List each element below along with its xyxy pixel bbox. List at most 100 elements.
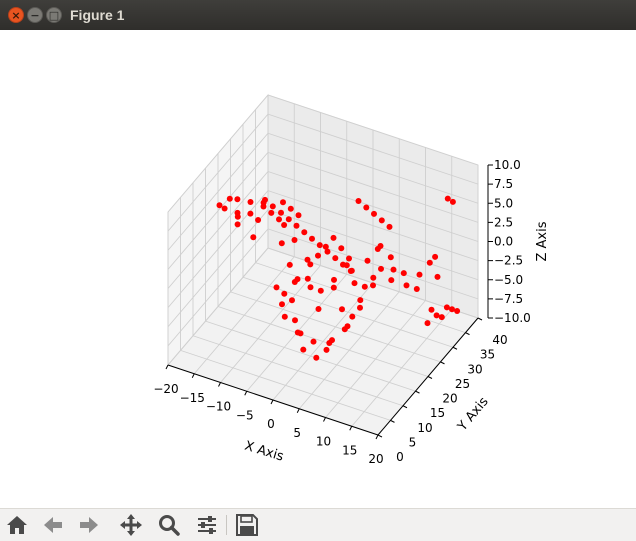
scatter-point xyxy=(357,304,363,311)
y-tick-mark xyxy=(390,419,395,423)
scatter-point xyxy=(289,297,295,304)
scatter-point xyxy=(400,270,407,277)
z-tick-label: 5.0 xyxy=(494,196,513,210)
scatter-point xyxy=(363,204,370,211)
maximize-window-button[interactable]: □ xyxy=(46,7,62,23)
scatter-point xyxy=(247,210,254,217)
navigation-toolbar xyxy=(0,508,636,541)
y-tick-mark xyxy=(452,346,458,350)
scatter-point xyxy=(281,222,288,228)
z-tick-label: 2.5 xyxy=(494,215,513,229)
scatter-point xyxy=(364,257,371,264)
scatter-point xyxy=(433,312,440,319)
close-window-button[interactable]: × xyxy=(8,7,24,23)
scatter-point xyxy=(294,276,301,283)
scatter-point xyxy=(278,240,285,247)
scatter-point xyxy=(226,195,233,202)
scatter-point xyxy=(307,284,314,291)
z-tick-label: 7.5 xyxy=(494,177,513,191)
scatter-point xyxy=(371,210,377,217)
arrow-left-icon xyxy=(44,517,62,533)
y-tick-mark xyxy=(402,405,408,409)
scatter-point xyxy=(323,346,330,353)
plot-area[interactable]: −20−15−10−505101520 0510152025303540−10.0… xyxy=(0,30,636,508)
y-tick-label: 40 xyxy=(492,333,507,347)
scatter-point xyxy=(339,306,345,313)
scatter-point xyxy=(301,229,308,236)
scatter-point xyxy=(331,276,337,283)
scatter-point xyxy=(426,259,433,266)
y-tick-label: 35 xyxy=(480,348,495,362)
scatter-point xyxy=(300,346,307,353)
scatter-point xyxy=(370,274,377,281)
home-icon xyxy=(7,516,27,534)
z-tick-label: −7.5 xyxy=(494,292,523,306)
scatter-point xyxy=(449,198,456,205)
y-tick-label: 25 xyxy=(455,377,470,391)
scatter-point xyxy=(329,337,335,344)
y-tick-label: 20 xyxy=(442,392,457,406)
scatter-point xyxy=(281,313,288,320)
scatter-point xyxy=(378,265,384,272)
x-tick-label: −5 xyxy=(236,408,254,422)
z-tick-label: 10.0 xyxy=(494,158,521,172)
scatter-point xyxy=(255,217,262,223)
scatter-point xyxy=(262,196,268,203)
scatter-point xyxy=(340,261,346,268)
back-button[interactable] xyxy=(40,513,66,537)
scatter-point xyxy=(304,275,311,282)
scatter-point xyxy=(234,221,241,228)
x-tick-label: −20 xyxy=(153,382,178,396)
scatter-point xyxy=(216,202,223,209)
scatter-point xyxy=(434,273,441,280)
y-tick-label: 30 xyxy=(467,362,482,376)
x-tick-label: 20 xyxy=(368,452,383,466)
x-tick-mark xyxy=(270,399,274,405)
scatter-point xyxy=(444,195,451,202)
scatter-point xyxy=(280,199,286,206)
toolbar-separator xyxy=(226,515,227,535)
y-tick-label: 10 xyxy=(417,421,432,435)
x-axis-label: X Axis xyxy=(243,439,286,465)
scatter-point xyxy=(285,216,292,223)
forward-button[interactable] xyxy=(76,513,102,537)
scatter-point xyxy=(346,255,352,262)
x-tick-label: 0 xyxy=(267,417,275,431)
scatter-point xyxy=(454,308,461,314)
scatter-point xyxy=(315,306,322,312)
scatter-point xyxy=(416,271,423,278)
scatter-point xyxy=(386,223,393,230)
scatter-point xyxy=(324,248,331,255)
scatter-point xyxy=(315,252,321,259)
scatter-point xyxy=(361,283,368,290)
scatter-point xyxy=(247,199,254,205)
scatter-point xyxy=(388,277,395,284)
scatter-point xyxy=(286,261,293,268)
x-tick-mark xyxy=(218,382,221,387)
scatter-point xyxy=(313,354,320,361)
save-button[interactable] xyxy=(234,513,260,537)
z-axis-label: Z Axis xyxy=(535,221,550,261)
scatter-point xyxy=(355,198,362,204)
x-tick-mark xyxy=(191,373,195,378)
scatter-point xyxy=(279,301,285,308)
scatter-point xyxy=(438,314,445,321)
pan-button[interactable] xyxy=(118,513,144,537)
scatter-point xyxy=(221,205,228,212)
y-tick-mark xyxy=(465,332,470,336)
y-tick-label: 15 xyxy=(430,406,445,420)
floppy-disk-icon xyxy=(236,514,258,536)
figure-canvas[interactable]: −20 −15 −10 −5 0 5 10 15 20 0 5 10 15 20 25 30 35 40 −10.0… xyxy=(0,30,636,508)
minimize-window-button[interactable]: − xyxy=(27,7,43,23)
configure-subplots-button[interactable] xyxy=(194,513,220,537)
scatter-point xyxy=(330,284,337,291)
zoom-button[interactable] xyxy=(156,513,182,537)
scatter-point xyxy=(273,284,280,291)
scatter-point xyxy=(449,306,455,313)
x-tick-mark xyxy=(349,426,353,431)
x-tick-mark xyxy=(323,417,326,422)
home-button[interactable] xyxy=(4,513,30,537)
scatter-point xyxy=(424,320,431,327)
scatter-point xyxy=(338,245,345,252)
scatter-point xyxy=(377,243,384,249)
